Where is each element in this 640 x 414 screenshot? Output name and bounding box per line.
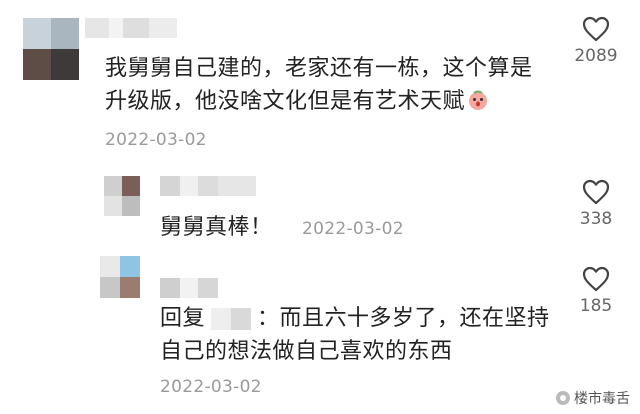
like-button[interactable]: 2089 [566, 16, 626, 66]
username-masked[interactable] [85, 18, 177, 38]
mentioned-user-masked[interactable] [211, 308, 252, 330]
avatar[interactable] [104, 176, 140, 216]
comment-text-line: 自己的想法做自己喜欢的东西 [160, 339, 453, 364]
comment-text-line: 我舅舅自己建的，老家还有一栋，这个算是 [105, 56, 533, 81]
like-count: 2089 [574, 46, 618, 66]
comment-date: 2022-03-02 [105, 130, 207, 150]
heart-outline-icon [582, 179, 610, 205]
comment-date: 2022-03-02 [302, 219, 404, 239]
comment-text-line: ：而且六十多岁了，还在坚持 [257, 306, 550, 331]
comment-text-line: 升级版，他没啥文化但是有艺术天赋 [105, 89, 466, 114]
reply-prefix[interactable]: 回复 [160, 306, 205, 331]
like-count: 338 [579, 209, 613, 229]
comment-text: 舅舅真棒！ [160, 215, 273, 240]
watermark-logo-icon [556, 391, 570, 405]
heart-outline-icon [582, 16, 610, 42]
like-count: 185 [579, 296, 613, 316]
like-button[interactable]: 338 [566, 179, 626, 229]
avatar[interactable] [23, 18, 79, 80]
watermark: 楼市毒舌 [556, 388, 630, 408]
username-masked[interactable] [160, 176, 256, 196]
like-button[interactable]: 185 [566, 266, 626, 316]
heart-outline-icon [582, 266, 610, 292]
avatar[interactable] [100, 256, 140, 298]
blush-face-emoji-icon [467, 88, 489, 110]
watermark-text: 楼市毒舌 [574, 391, 630, 407]
comment-date: 2022-03-02 [160, 377, 262, 397]
username-masked[interactable] [160, 278, 218, 298]
